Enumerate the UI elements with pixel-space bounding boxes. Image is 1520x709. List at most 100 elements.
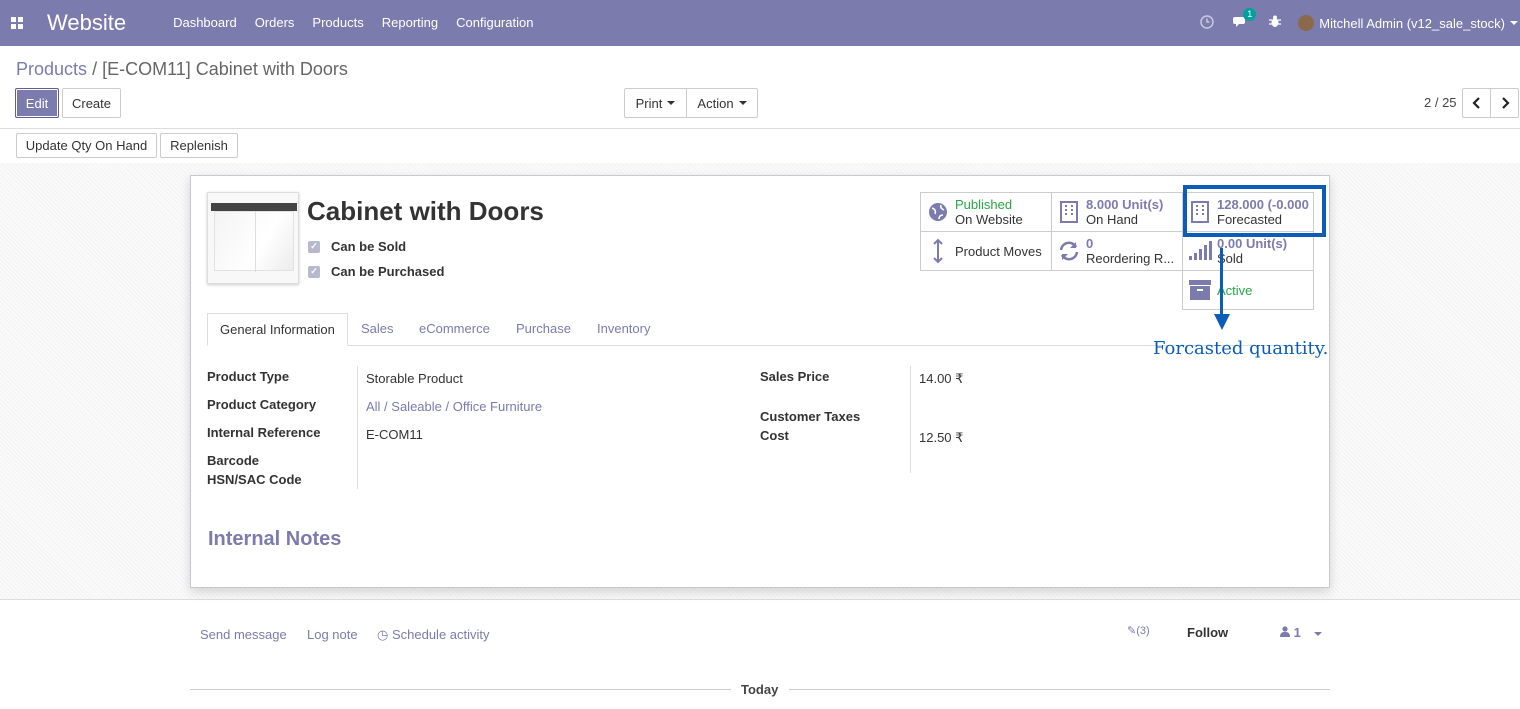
building-icon	[1052, 201, 1086, 223]
paperclip-icon: ✎	[1127, 625, 1137, 637]
top-menu: Dashboard Orders Products Reporting Conf…	[164, 0, 542, 46]
internal-reference-field[interactable]: E-COM11	[366, 427, 423, 442]
tab-sales[interactable]: Sales	[361, 313, 394, 346]
user-icon	[1280, 626, 1290, 637]
apps-menu-icon[interactable]	[0, 0, 34, 46]
on-hand-unit: Unit(s)	[1122, 197, 1164, 212]
chevron-right-icon	[1501, 97, 1510, 109]
followers-button[interactable]: 1	[1280, 625, 1323, 640]
published-label: On Website	[955, 212, 1023, 227]
product-type-field[interactable]: Storable Product	[366, 371, 463, 386]
tab-purchase[interactable]: Purchase	[516, 313, 571, 346]
forecasted-highlight-box	[1183, 185, 1326, 237]
breadcrumb-products[interactable]: Products	[16, 59, 87, 79]
sales-price-field[interactable]: 14.00 ₹	[919, 371, 963, 387]
product-category-label: Product Category	[207, 397, 317, 412]
user-name: Mitchell Admin (v12_sale_stock)	[1319, 15, 1505, 31]
followers-count: 1	[1293, 625, 1301, 640]
vertical-arrows-icon	[921, 238, 955, 264]
pager-value[interactable]: 2 / 25	[1424, 95, 1457, 110]
breadcrumb-current: [E-COM11] Cabinet with Doors	[102, 59, 348, 79]
print-dropdown[interactable]: Print	[624, 88, 687, 118]
published-button[interactable]: Published On Website	[920, 192, 1052, 232]
on-hand-value: 8.000	[1086, 197, 1119, 212]
action-dropdown[interactable]: Action	[686, 88, 758, 118]
archive-icon	[1183, 280, 1217, 300]
sold-unit: Unit(s)	[1245, 236, 1288, 251]
can-be-sold-checkbox[interactable]: ✓ Can be Sold	[308, 239, 406, 254]
edit-button[interactable]: Edit	[15, 88, 59, 118]
on-hand-label: On Hand	[1086, 212, 1139, 227]
customer-taxes-label: Customer Taxes	[760, 409, 861, 424]
can-be-purchased-checkbox[interactable]: ✓ Can be Purchased	[308, 264, 444, 279]
replenish-button[interactable]: Replenish	[160, 133, 238, 158]
activity-clock-icon[interactable]	[1190, 14, 1224, 32]
internal-notes-title: Internal Notes	[208, 528, 342, 550]
refresh-icon	[1052, 241, 1086, 261]
debug-bug-icon[interactable]	[1258, 15, 1292, 31]
tab-inventory[interactable]: Inventory	[597, 313, 650, 346]
annotation-arrow	[1220, 248, 1223, 318]
send-message-button[interactable]: Send message	[200, 627, 287, 642]
can-be-sold-label: Can be Sold	[331, 239, 407, 254]
menu-configuration[interactable]: Configuration	[447, 0, 542, 46]
today-separator: Today	[741, 682, 779, 697]
chevron-down-icon	[1510, 21, 1518, 25]
menu-products[interactable]: Products	[303, 0, 372, 46]
notebook-tabs: General Information Sales eCommerce Purc…	[207, 313, 1312, 346]
reordering-value: 0	[1086, 236, 1094, 251]
schedule-activity-label: Schedule activity	[391, 627, 490, 642]
barcode-label: Barcode	[207, 453, 260, 468]
pager-previous-button[interactable]	[1462, 88, 1491, 118]
pager-next-button[interactable]	[1490, 88, 1519, 118]
menu-orders[interactable]: Orders	[246, 0, 304, 46]
user-avatar	[1298, 15, 1315, 31]
sales-price-label: Sales Price	[760, 369, 830, 384]
product-category-field[interactable]: All / Saleable / Office Furniture	[366, 399, 542, 414]
menu-reporting[interactable]: Reporting	[373, 0, 447, 46]
divider	[0, 128, 1520, 129]
log-note-button[interactable]: Log note	[307, 627, 358, 642]
divider	[357, 366, 358, 489]
systray: 1 Mitchell Admin (v12_sale_stock)	[1190, 0, 1520, 46]
chevron-down-icon	[738, 101, 747, 105]
annotation-arrow-head	[1214, 314, 1230, 330]
tab-general-information[interactable]: General Information	[207, 313, 348, 346]
active-toggle-button[interactable]: Active	[1182, 270, 1314, 310]
globe-icon	[921, 202, 955, 222]
product-moves-label: Product Moves	[955, 243, 1042, 259]
tab-ecommerce[interactable]: eCommerce	[419, 313, 490, 346]
attachments-count: (3)	[1136, 625, 1150, 637]
can-be-purchased-label: Can be Purchased	[331, 264, 445, 279]
follow-button[interactable]: Follow	[1187, 625, 1228, 640]
update-qty-button[interactable]: Update Qty On Hand	[16, 133, 157, 158]
published-status: Published	[955, 197, 1013, 212]
hsn-code-label: HSN/SAC Code	[207, 472, 302, 487]
user-menu[interactable]: Mitchell Admin (v12_sale_stock)	[1298, 15, 1520, 31]
product-name[interactable]: Cabinet with Doors	[307, 196, 544, 227]
create-button[interactable]: Create	[62, 88, 121, 118]
divider	[789, 689, 1330, 690]
reordering-label: Reordering R...	[1086, 251, 1175, 266]
annotation-text: Forcasted quantity.	[1153, 338, 1329, 359]
product-image[interactable]	[207, 192, 299, 284]
schedule-activity-button[interactable]: ◷ Schedule activity	[377, 627, 490, 643]
breadcrumb-separator: /	[92, 59, 98, 79]
checkbox-checked-icon: ✓	[308, 265, 320, 278]
sold-button[interactable]: 0.00 Unit(s) Sold	[1182, 231, 1314, 271]
chevron-down-icon	[667, 101, 676, 105]
attachments-button[interactable]: ✎(3)	[1127, 624, 1150, 637]
top-navbar: Website Dashboard Orders Products Report…	[0, 0, 1520, 46]
chevron-down-icon	[1314, 631, 1323, 636]
divider	[190, 689, 731, 690]
cost-field[interactable]: 12.50 ₹	[919, 430, 963, 446]
action-label: Action	[697, 95, 734, 111]
chevron-left-icon	[1471, 97, 1480, 109]
messages-icon[interactable]: 1	[1224, 7, 1258, 32]
signal-bars-icon	[1183, 241, 1217, 261]
product-moves-button[interactable]: Product Moves	[920, 231, 1052, 271]
checkbox-checked-icon: ✓	[308, 240, 320, 253]
on-hand-button[interactable]: 8.000 Unit(s) On Hand	[1051, 192, 1183, 232]
reordering-rules-button[interactable]: 0 Reordering R...	[1051, 231, 1183, 271]
menu-dashboard[interactable]: Dashboard	[164, 0, 246, 46]
